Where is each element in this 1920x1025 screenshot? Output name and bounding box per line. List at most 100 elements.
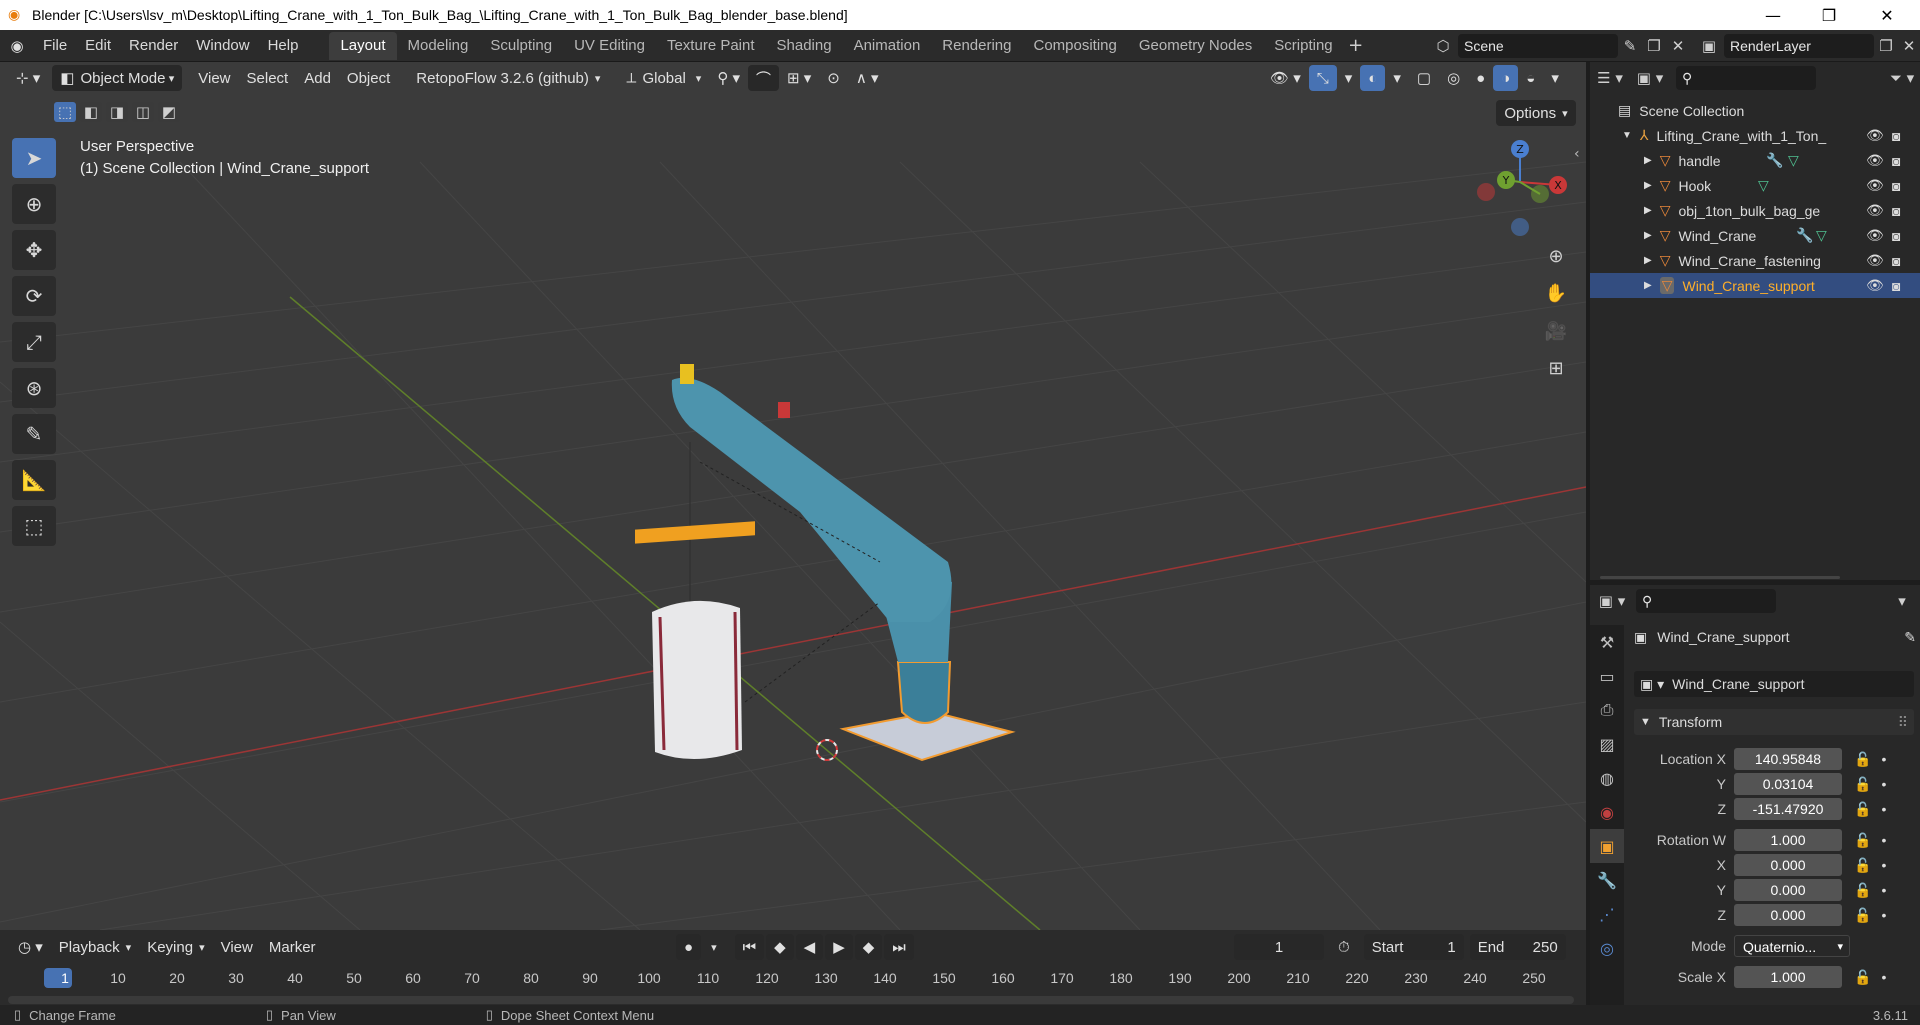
viewport-menu-select[interactable]: Select [239,65,297,91]
chevron-down-icon[interactable]: ▾ [1890,592,1914,610]
expand-arrow-icon[interactable]: ▶ [1644,280,1652,291]
select-extend-icon[interactable]: ◧ [80,102,102,122]
viewport-menu-view[interactable]: View [190,65,238,91]
keyframe-dot-icon[interactable]: • [1881,969,1886,985]
scene-icon[interactable]: ⬡ [1428,37,1458,55]
overlays-icon[interactable]: ◐ [1360,65,1386,91]
location-x-field[interactable]: 140.95848 [1734,748,1842,770]
camera-icon[interactable]: ◙ [1892,278,1900,294]
outliner-scene-collection[interactable]: ▤ Scene Collection [1590,98,1920,123]
tab-texture-paint[interactable]: Texture Paint [656,32,766,60]
view-layer-icon[interactable]: ▣ [1694,37,1724,55]
measure-tool[interactable]: 📐 [12,460,56,500]
expand-arrow-icon[interactable]: ▶ [1644,205,1652,216]
expand-arrow-icon[interactable]: ▼ [1622,130,1632,141]
pan-hand-icon[interactable]: ✋ [1540,277,1572,309]
menu-help[interactable]: Help [259,33,308,59]
delete-scene-icon[interactable]: ✕ [1666,37,1690,55]
keyframe-dot-icon[interactable]: • [1881,751,1886,767]
menu-window[interactable]: Window [187,33,258,59]
outliner-editor-icon[interactable]: ☰ ▾ [1590,69,1630,87]
rotation-z-field[interactable]: 0.000 [1734,904,1842,926]
crane-support-column[interactable] [896,661,952,724]
3d-viewport[interactable]: Z X Y ⊹ ▾ ◧ Object Mode ▾ View Select Ad… [0,62,1586,930]
camera-icon[interactable]: ◙ [1892,228,1900,244]
properties-editor-icon[interactable]: ▣ ▾ [1590,592,1634,610]
select-box-tool[interactable]: ➤ [12,138,56,178]
expand-arrow-icon[interactable]: ▶ [1644,155,1652,166]
object-tab-icon[interactable]: ▣ [1590,829,1624,863]
lock-icon[interactable]: 🔓 [1854,776,1871,793]
lock-icon[interactable]: 🔓 [1854,751,1871,768]
proportional-edit-icon[interactable]: ⊙ [819,65,848,91]
viewport-menu-object[interactable]: Object [339,65,398,91]
camera-icon[interactable]: ◙ [1892,203,1900,219]
rotation-y-field[interactable]: 0.000 [1734,879,1842,901]
zoom-icon[interactable]: ⊕ [1540,240,1572,272]
material-shading-icon[interactable]: ◑ [1493,65,1519,91]
spreader-beam[interactable] [635,521,755,544]
move-tool[interactable]: ✥ [12,230,56,270]
eye-icon[interactable]: 👁 [1866,127,1884,144]
eye-icon[interactable]: 👁 [1866,227,1884,244]
expand-arrow-icon[interactable]: ▶ [1644,255,1652,266]
keyframe-dot-icon[interactable]: • [1881,832,1886,848]
tab-scripting[interactable]: Scripting [1263,32,1343,60]
xray-icon[interactable]: ▢ [1409,65,1439,91]
eye-icon[interactable]: 👁 [1866,252,1884,269]
view-layer-tab-icon[interactable]: ▨ [1590,727,1624,761]
end-frame-field[interactable]: End 250 [1469,934,1566,960]
sidebar-toggle-icon[interactable]: ‹ [1574,146,1580,162]
transform-tool[interactable]: ⊛ [12,368,56,408]
ortho-grid-icon[interactable]: ⊞ [1540,352,1572,384]
camera-icon[interactable]: ◙ [1892,128,1900,144]
physics-tab-icon[interactable]: ◎ [1590,931,1624,965]
tab-uv-editing[interactable]: UV Editing [563,32,656,60]
jump-end-icon[interactable]: ⏭ [884,934,914,960]
annotate-tool[interactable]: ✎ [12,414,56,454]
timeline-menu-playback[interactable]: Playback ▾ [51,934,139,960]
editor-type-icon[interactable]: ⊹ ▾ [8,65,48,91]
keyframe-dot-icon[interactable]: • [1881,801,1886,817]
snap-target-icon[interactable]: ⊞ ▾ [779,65,819,91]
tab-shading[interactable]: Shading [766,32,843,60]
retopoflow-menu[interactable]: RetopoFlow 3.2.6 (github) ▾ [408,65,608,91]
location-y-field[interactable]: 0.03104 [1734,773,1842,795]
outliner-collection-row[interactable]: ▼ ⅄ Lifting_Crane_with_1_Ton_ 👁 ◙ [1590,123,1920,148]
pin-icon[interactable]: ✎ [1904,629,1916,646]
close-button[interactable]: ✕ [1864,0,1910,30]
expand-arrow-icon[interactable]: ▶ [1644,180,1652,191]
outliner-item-wind-crane-support[interactable]: ▶ ▽ Wind_Crane_support 👁 ◙ [1590,273,1920,298]
timeline-editor-icon[interactable]: ◷ ▾ [10,934,51,960]
current-frame-field[interactable]: 1 [1234,934,1324,960]
delete-view-layer-icon[interactable]: ✕ [1898,37,1920,55]
pin-scene-icon[interactable]: ✎ [1618,37,1642,55]
navigation-gizmo[interactable]: Z X Y [1477,140,1567,236]
eye-icon[interactable]: 👁 [1866,152,1884,169]
lock-icon[interactable]: 🔓 [1854,969,1871,986]
eye-icon[interactable]: 👁 [1866,277,1884,294]
prev-keyframe-icon[interactable]: ◆ [766,934,794,960]
rendered-shading-icon[interactable]: ◒ [1518,65,1543,91]
tab-compositing[interactable]: Compositing [1023,32,1128,60]
falloff-icon[interactable]: ∧ ▾ [848,65,887,91]
outliner-item-wind-crane[interactable]: ▶ ▽ Wind_Crane 🔧 ▽ 👁 ◙ [1590,223,1920,248]
menu-edit[interactable]: Edit [76,33,120,59]
display-mode-icon[interactable]: ▣ ▾ [1630,69,1670,87]
camera-icon[interactable]: ◙ [1892,178,1900,194]
world-tab-icon[interactable]: ◉ [1590,795,1624,829]
transform-orientation-dropdown[interactable]: ⟂ Global ▾ [618,65,709,91]
record-icon[interactable]: ● [676,934,702,960]
select-intersect-icon[interactable]: ◩ [158,102,180,122]
camera-icon[interactable]: ◙ [1892,153,1900,169]
snap-toggle-icon[interactable]: ⌒ [748,65,780,91]
camera-view-icon[interactable]: 🎥 [1540,315,1572,347]
scene-tab-icon[interactable]: ◍ [1590,761,1624,795]
add-workspace-icon[interactable]: + [1344,35,1368,56]
options-dropdown[interactable]: Options ▾ [1496,100,1576,126]
mode-dropdown[interactable]: ◧ Object Mode ▾ [52,65,183,91]
keyframe-dot-icon[interactable]: • [1881,907,1886,923]
wireframe-shading-icon[interactable]: ◎ [1439,65,1468,91]
filter-icon[interactable]: ⏷ ▾ [1884,69,1920,87]
properties-search-input[interactable]: ⚲ [1636,589,1776,613]
